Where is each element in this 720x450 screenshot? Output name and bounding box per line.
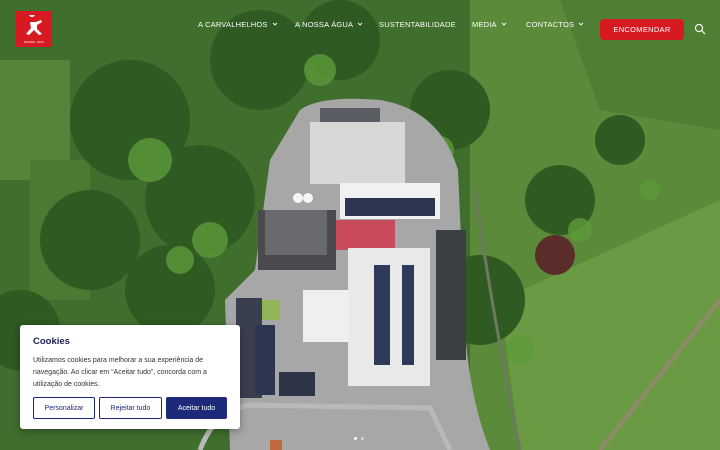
nav-item-sustentabilidade[interactable]: Sustentabilidade: [379, 20, 456, 29]
kneeling-figure-logo-icon: [26, 15, 42, 35]
customize-button[interactable]: Personalizar: [33, 397, 95, 419]
accept-all-button[interactable]: Aceitar tudo: [166, 397, 227, 419]
order-button[interactable]: ENCOMENDAR: [600, 19, 684, 40]
cookie-title: Cookies: [33, 336, 70, 347]
nav-label: Contactos: [526, 19, 575, 29]
slider-dots: [354, 437, 364, 440]
nav-label: A Carvalhelhos: [198, 19, 268, 29]
cookie-text: Utilizamos cookies para melhorar a sua e…: [33, 357, 207, 388]
site-header: DESDE 1929 A Carvalhelhos A Nossa Água S…: [0, 0, 720, 60]
nav-label: A Nossa Água: [295, 19, 354, 29]
search-icon[interactable]: [694, 23, 706, 35]
slider-dot[interactable]: [354, 437, 357, 440]
cookie-buttons: Personalizar Rejeitar tudo Aceitar tudo: [33, 397, 227, 419]
chevron-down-icon: [578, 22, 584, 26]
nav-item-carvalhelhos[interactable]: A Carvalhelhos: [198, 20, 278, 29]
cookie-banner: Cookies Utilizamos cookies para melhorar…: [20, 325, 240, 429]
nav-item-nossa-agua[interactable]: A Nossa Água: [295, 20, 363, 29]
nav-item-contactos[interactable]: Contactos: [526, 20, 584, 29]
nav-item-media[interactable]: Media: [472, 20, 507, 29]
nav-label: Sustentabilidade: [379, 19, 456, 29]
brand-logo[interactable]: DESDE 1929: [16, 11, 52, 47]
chevron-down-icon: [501, 22, 507, 26]
logo-caption: DESDE 1929: [24, 40, 44, 44]
slider-dot[interactable]: [361, 437, 364, 440]
chevron-down-icon: [357, 22, 363, 26]
reject-all-button[interactable]: Rejeitar tudo: [99, 397, 162, 419]
chevron-down-icon: [272, 22, 277, 26]
nav-label: Media: [472, 19, 497, 29]
